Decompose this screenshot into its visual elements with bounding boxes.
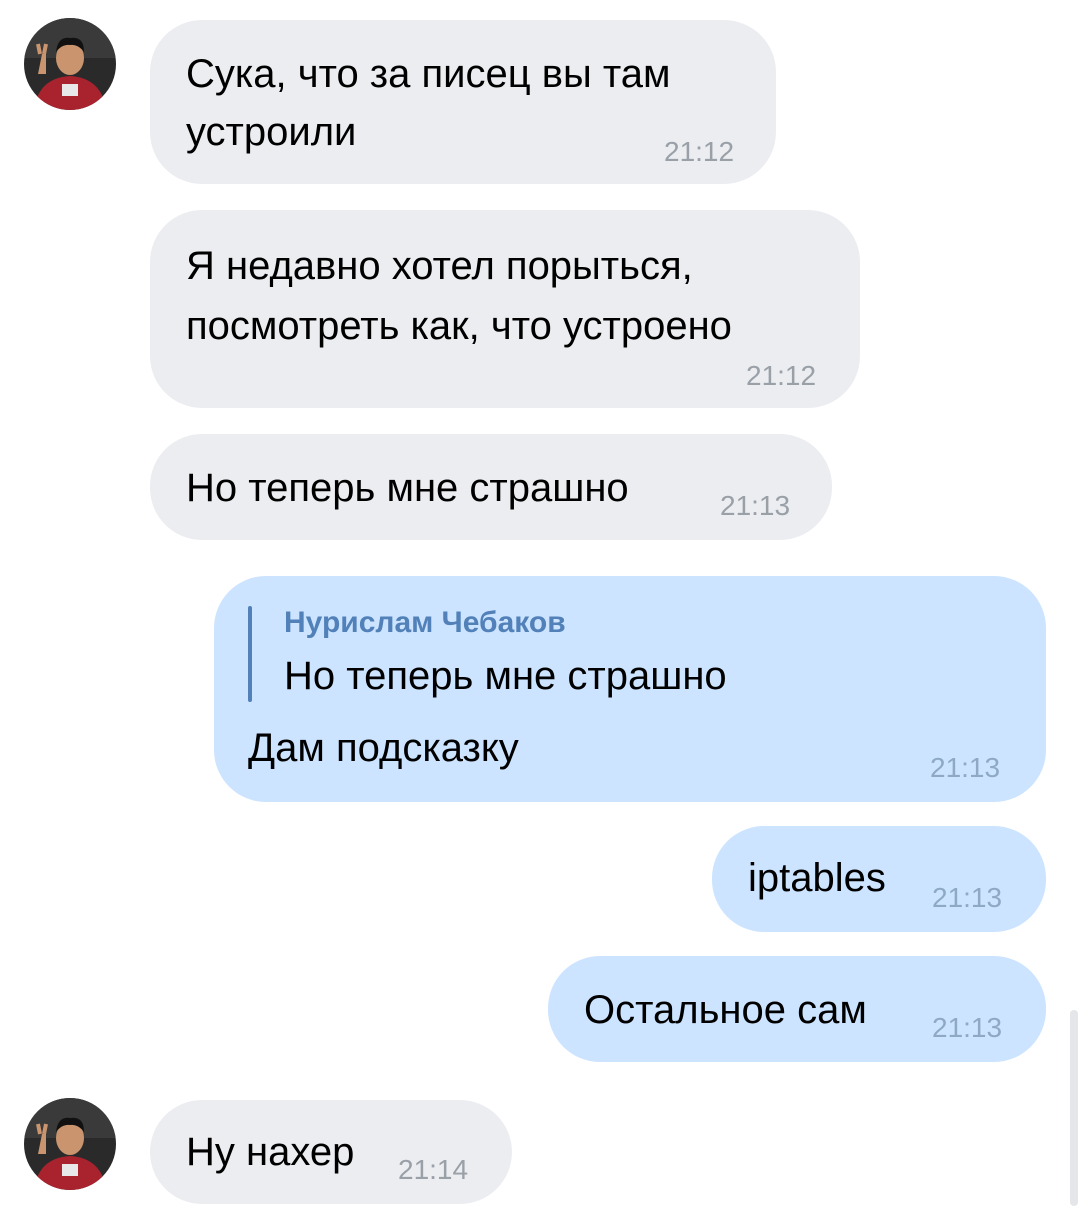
contact-avatar[interactable]	[24, 18, 116, 110]
chat-history: Сука, что за писец вы там устроили 21:12…	[0, 0, 1080, 1206]
message-timestamp: 21:12	[746, 360, 817, 391]
message-timestamp: 21:12	[664, 136, 735, 167]
message-bubble-incoming[interactable]: Сука, что за писец вы там устроили 21:12	[150, 20, 776, 184]
reply-author: Нурислам Чебаков	[284, 606, 566, 639]
message-text: Я недавно хотел порыться,	[186, 244, 693, 288]
scrollbar[interactable]	[1070, 1010, 1078, 1206]
message-timestamp: 21:13	[930, 752, 1001, 783]
message-bubble-outgoing[interactable]: Нурислам Чебаков Но теперь мне страшно Д…	[214, 576, 1046, 802]
user-photo-icon	[24, 18, 116, 110]
message-text: Остальное сам	[584, 988, 867, 1032]
message-text: Сука, что за писец вы там	[186, 52, 671, 96]
message-text: посмотреть как, что устроено	[186, 304, 732, 348]
message-timestamp: 21:13	[932, 1012, 1003, 1043]
message-text: устроили	[186, 110, 357, 154]
message-text: Ну нахер	[186, 1130, 355, 1174]
message-bubble-incoming[interactable]: Но теперь мне страшно 21:13	[150, 434, 832, 540]
reply-text: Но теперь мне страшно	[284, 654, 727, 698]
message-bubble-outgoing[interactable]: Остальное сам 21:13	[548, 956, 1046, 1062]
message-bubble-incoming[interactable]: Я недавно хотел порыться, посмотреть как…	[150, 210, 860, 408]
message-timestamp: 21:14	[398, 1154, 469, 1185]
contact-avatar[interactable]	[24, 1098, 116, 1190]
message-timestamp: 21:13	[932, 882, 1003, 913]
message-bubble-outgoing[interactable]: iptables 21:13	[712, 826, 1046, 932]
message-bubble-incoming[interactable]: Ну нахер 21:14	[150, 1100, 512, 1204]
user-photo-icon	[24, 1098, 116, 1190]
message-text: Дам подсказку	[248, 726, 519, 770]
message-text: iptables	[748, 856, 886, 900]
message-text: Но теперь мне страшно	[186, 466, 629, 510]
message-timestamp: 21:13	[720, 490, 791, 521]
reply-quote-bar	[248, 606, 252, 702]
